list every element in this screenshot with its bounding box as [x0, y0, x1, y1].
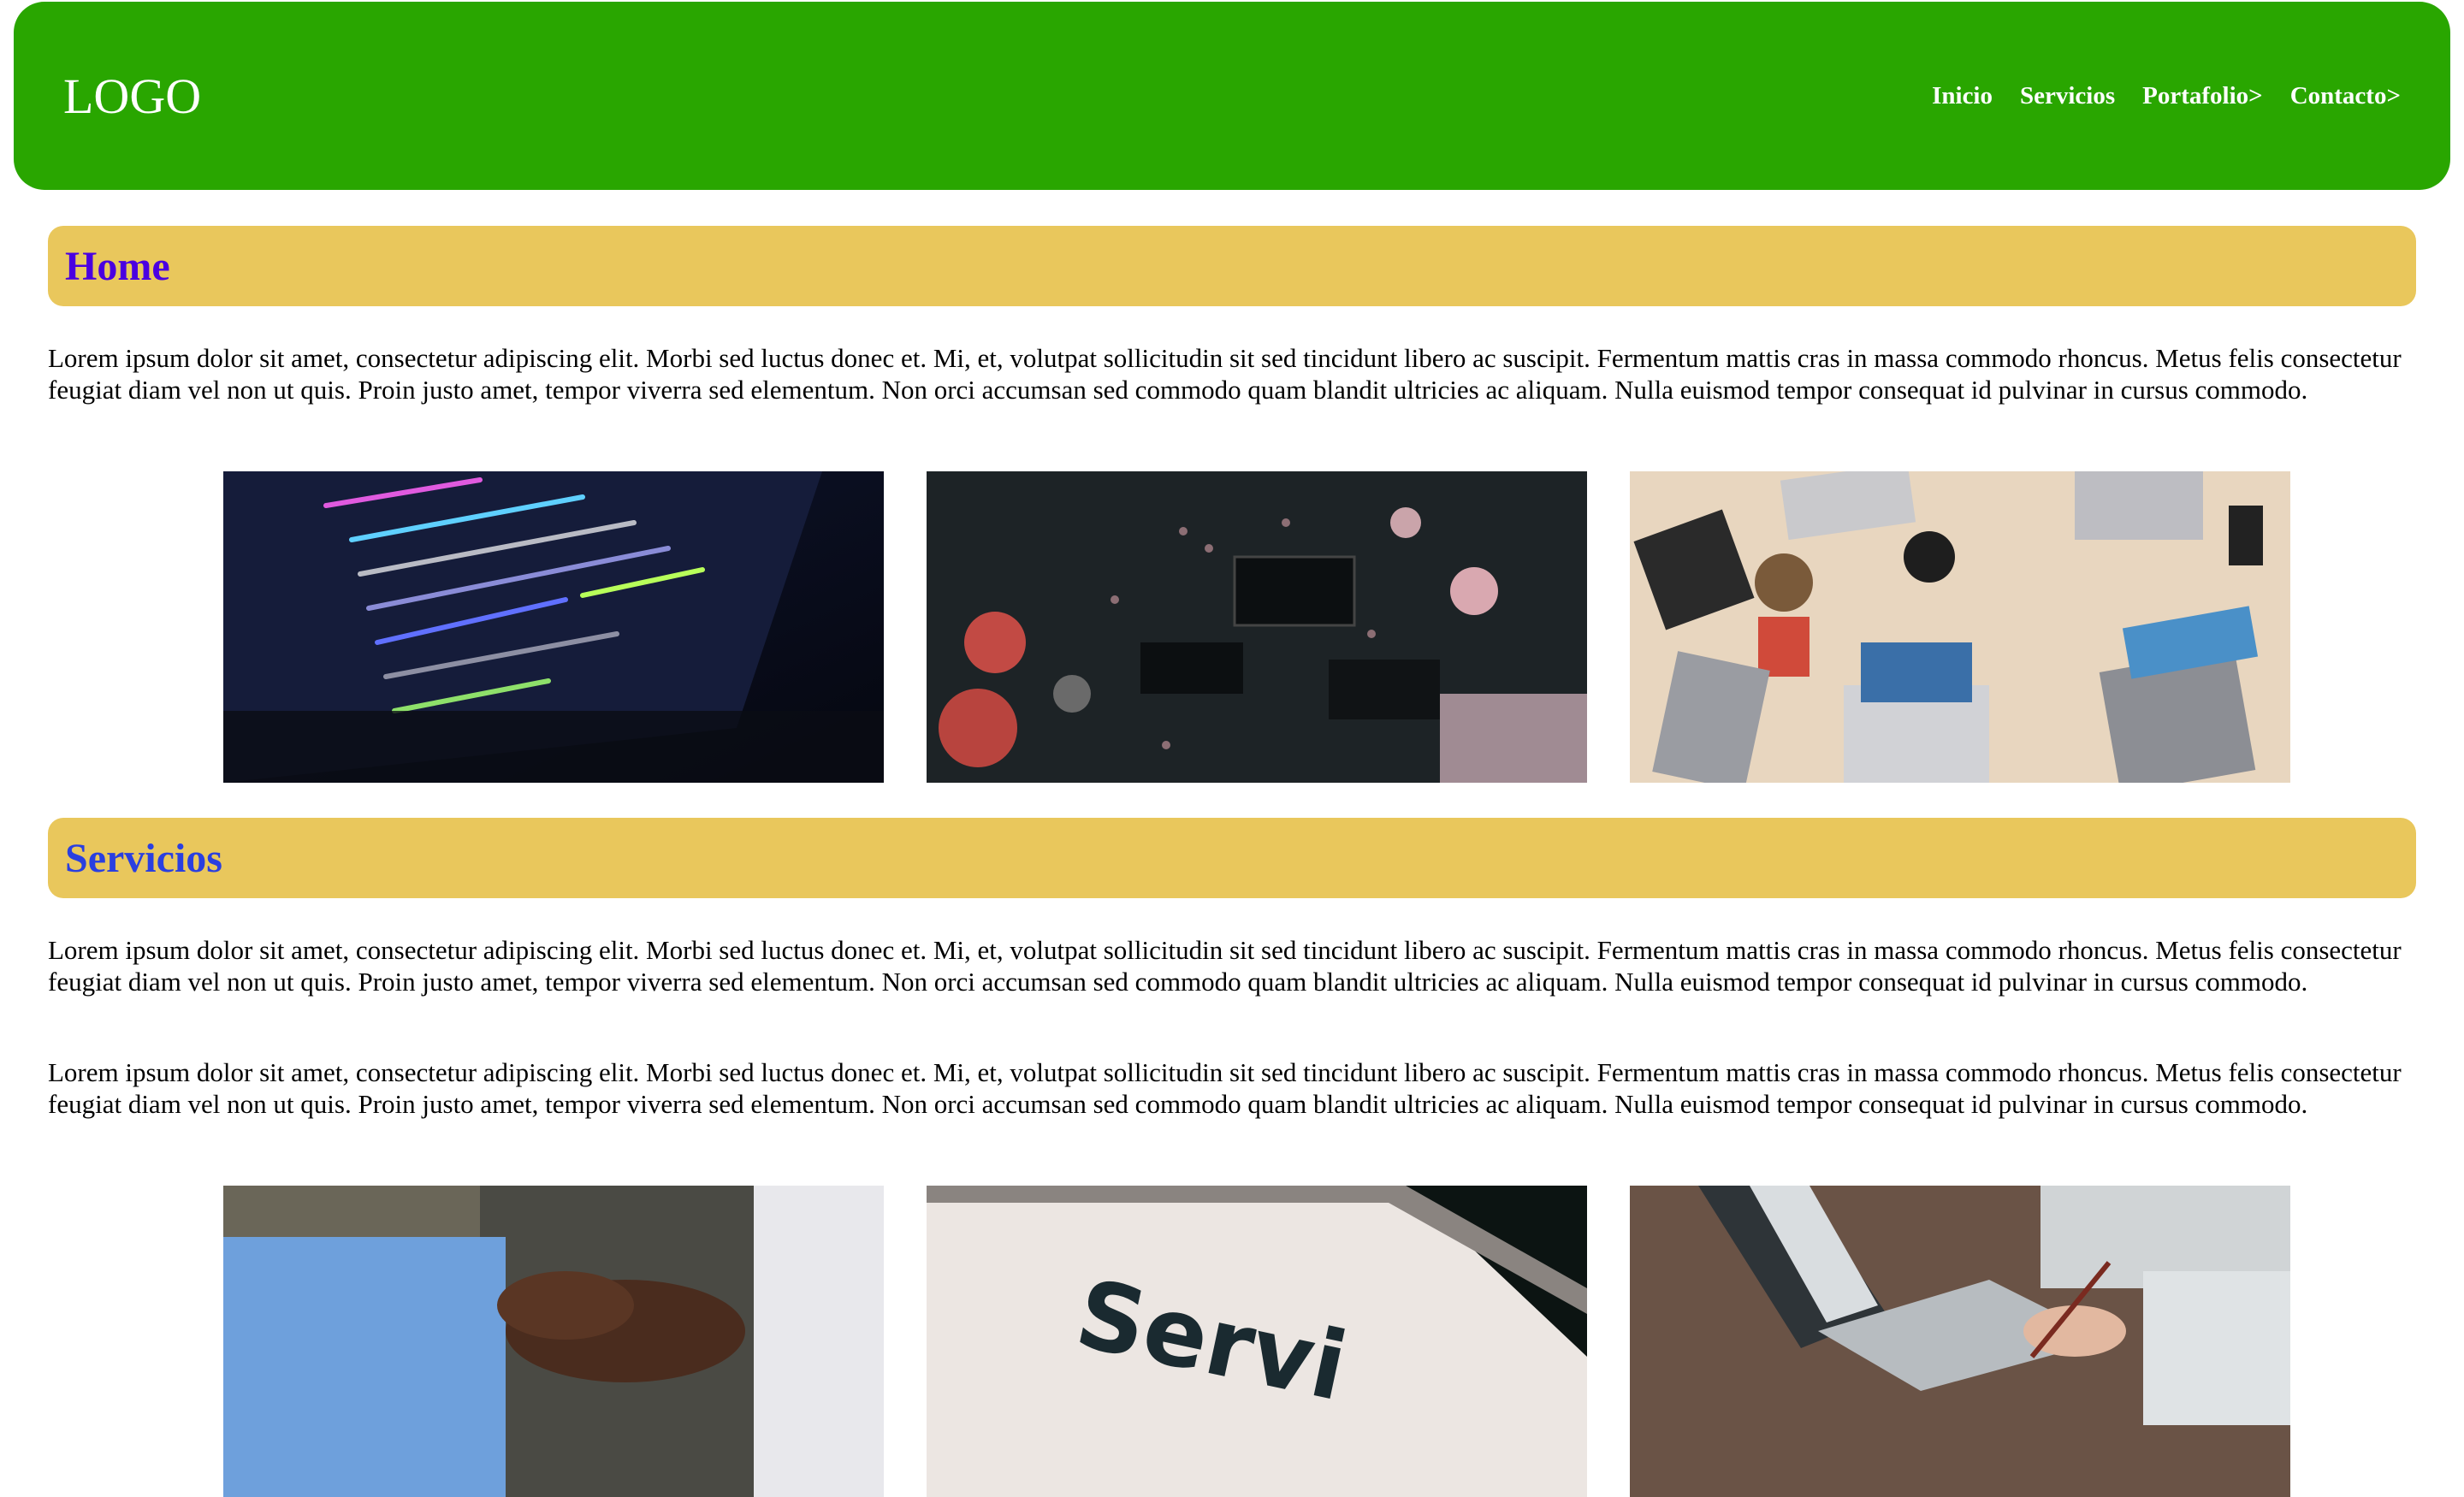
home-title: Home	[65, 243, 170, 289]
circuit-board-image	[927, 471, 1587, 783]
team-laptops-table-image	[1630, 471, 2290, 783]
nav-servicios[interactable]: Servicios	[2020, 82, 2115, 110]
home-paragraph: Lorem ipsum dolor sit amet, consectetur …	[48, 343, 2402, 405]
servicios-image-row: Servi	[223, 1186, 2290, 1497]
servicios-section-header: Servicios	[48, 818, 2416, 898]
laptop-writing-image	[1630, 1186, 2290, 1497]
main-nav: Inicio Servicios Portafolio> Contacto>	[1932, 82, 2401, 110]
handshake-image	[223, 1186, 884, 1497]
code-laptop-image	[223, 471, 884, 783]
home-section-header: Home	[48, 226, 2416, 306]
nav-contacto[interactable]: Contacto>	[2290, 82, 2401, 110]
servi-sign-image: Servi	[927, 1186, 1587, 1497]
servicios-paragraph-2: Lorem ipsum dolor sit amet, consectetur …	[48, 1057, 2402, 1119]
nav-inicio[interactable]: Inicio	[1932, 82, 1993, 110]
nav-portafolio[interactable]: Portafolio>	[2142, 82, 2263, 110]
servicios-title: Servicios	[65, 835, 222, 881]
home-image-row	[223, 471, 2290, 783]
logo[interactable]: LOGO	[63, 68, 201, 125]
site-header: LOGO Inicio Servicios Portafolio> Contac…	[14, 2, 2450, 190]
servicios-paragraph-1: Lorem ipsum dolor sit amet, consectetur …	[48, 935, 2402, 997]
